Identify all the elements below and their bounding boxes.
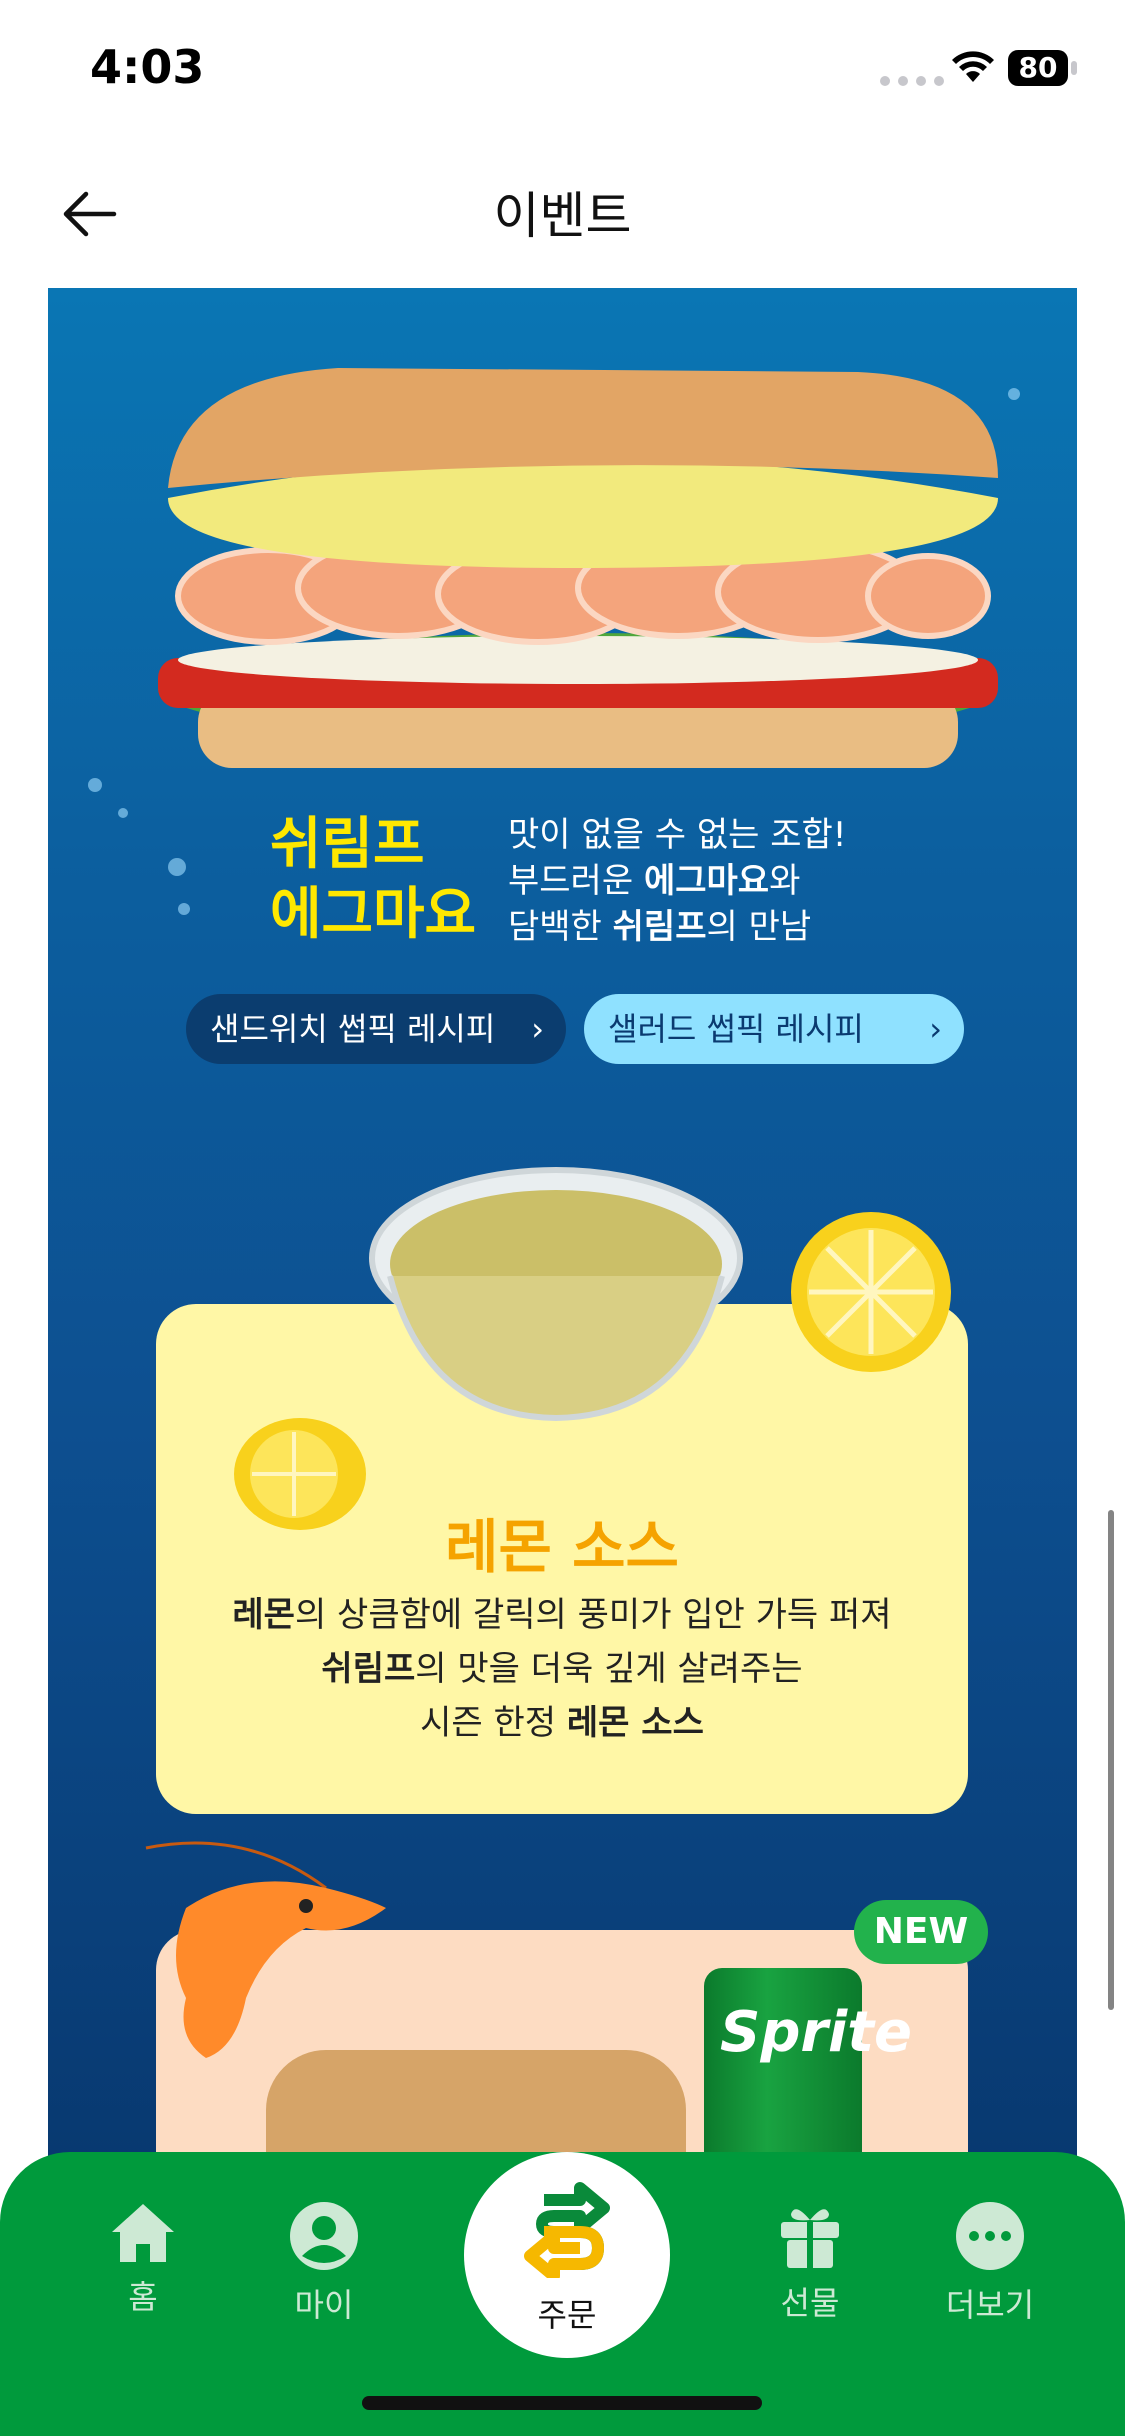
sauce-line3: 시즌 한정 레몬 소스	[156, 1696, 968, 1750]
order-label: 주문	[537, 2296, 597, 2334]
sauce-bold: 레몬	[232, 1595, 295, 1635]
desc-text: 의 만남	[706, 907, 812, 947]
desc-bold: 에그마요	[643, 861, 770, 901]
app-header: 이벤트	[0, 160, 1125, 270]
event-banner: 쉬림프 에그마요 맛이 없을 수 없는 조합! 부드러운 에그마요와 담백한 쉬…	[48, 288, 1077, 2188]
sauce-text: 의 상큼함에 갈릭의 풍미가 입안 가득 퍼져	[294, 1595, 892, 1635]
new-badge: NEW	[854, 1900, 988, 1964]
battery-icon: 80	[1008, 50, 1068, 86]
desc-line1: 맛이 없을 수 없는 조합!	[508, 815, 847, 855]
sauce-line2: 쉬림프의 맛을 더욱 깊게 살려주는	[156, 1642, 968, 1696]
gift-icon	[781, 2209, 839, 2268]
cellular-signal-icon	[880, 76, 944, 86]
tab-gift-label: 선물	[780, 2284, 840, 2322]
desc-line3: 담백한 쉬림프의 만남	[508, 904, 846, 950]
sauce-title: 레몬 소스	[445, 1513, 679, 1581]
sauce-line1: 레몬의 상큼함에 갈릭의 풍미가 입안 가득 퍼져	[156, 1588, 968, 1642]
battery-cap	[1071, 61, 1077, 75]
tab-my-label: 마이	[294, 2286, 354, 2324]
sandwich-recipe-label: 샌드위치 썹픽 레시피	[210, 1010, 496, 1048]
tab-home-label: 홈	[128, 2278, 158, 2316]
home-icon	[112, 2204, 174, 2262]
sandwich-recipe-button[interactable]: 샌드위치 썹픽 레시피 ›	[186, 994, 566, 1064]
salad-recipe-label: 샐러드 썹픽 레시피	[608, 1010, 864, 1048]
home-indicator	[362, 2396, 762, 2410]
desc-line2: 부드러운 에그마요와	[508, 858, 846, 904]
soda-can-label: Sprite	[720, 2000, 912, 2065]
menu-description: 맛이 없을 수 없는 조합! 부드러운 에그마요와 담백한 쉬림프의 만남	[508, 812, 846, 950]
lemon-icon	[791, 1212, 951, 1372]
tab-my[interactable]: 마이	[254, 2200, 394, 2326]
status-bar: 4:03 80	[0, 0, 1125, 140]
bubble-decoration	[178, 903, 190, 915]
tab-home[interactable]: 홈	[73, 2200, 213, 2318]
sauce-bold: 쉬림프	[321, 1649, 416, 1689]
chevron-right-icon: ›	[531, 1010, 544, 1048]
sauce-text: 시즌 한정	[420, 1703, 567, 1743]
wifi-icon	[952, 51, 994, 82]
tab-more[interactable]: 더보기	[920, 2200, 1060, 2326]
menu-name-line1: 쉬림프	[270, 812, 425, 877]
bubble-decoration	[88, 778, 102, 792]
more-dots-icon	[956, 2202, 1024, 2270]
sauce-text: 의 맛을 더욱 깊게 살려주는	[415, 1649, 803, 1689]
status-time: 4:03	[90, 40, 205, 94]
desc-bold: 쉬림프	[612, 907, 707, 947]
desc-text: 부드러운	[508, 861, 644, 901]
tab-gift[interactable]: 선물	[740, 2200, 880, 2324]
scrollbar[interactable]	[1108, 1510, 1114, 2010]
sauce-bold: 레몬 소스	[566, 1703, 704, 1743]
desc-text: 와	[769, 861, 801, 901]
subway-order-icon	[524, 2182, 610, 2278]
menu-name-line2: 에그마요	[270, 882, 477, 947]
sauce-description: 레몬의 상큼함에 갈릭의 풍미가 입안 가득 퍼져 쉬림프의 맛을 더욱 깊게 …	[156, 1588, 968, 1750]
bubble-decoration	[168, 858, 186, 876]
profile-icon	[290, 2202, 358, 2270]
salad-recipe-button[interactable]: 샐러드 썹픽 레시피 ›	[584, 994, 964, 1064]
chevron-right-icon: ›	[929, 1010, 942, 1048]
shrimp-egg-mayo-sandwich-image	[158, 368, 998, 768]
desc-text: 담백한	[508, 907, 613, 947]
sauce-bowl-image	[369, 1167, 743, 1422]
tab-more-label: 더보기	[945, 2286, 1035, 2324]
page-title: 이벤트	[493, 187, 632, 245]
menu-name: 쉬림프 에그마요	[270, 810, 476, 950]
bubble-decoration	[118, 808, 128, 818]
shrimp-icon	[145, 1841, 386, 2058]
